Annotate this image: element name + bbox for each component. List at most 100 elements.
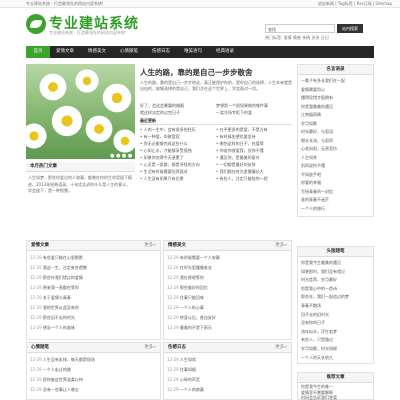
list-item[interactable]: 12-29 那些年我们错过的爱情: [30, 275, 158, 280]
list-item[interactable]: 如果那时，我们没有错过: [301, 269, 371, 274]
item-title[interactable]: 愿你被这世界温柔以待: [43, 377, 83, 382]
emotion-articles-more[interactable]: 更多»: [275, 241, 287, 251]
list-item[interactable]: • 有一种爱，叫做宽容: [140, 134, 214, 139]
top-links[interactable]: 退站新闻 | Tag标签 | Rss订阅 | Sitemap: [318, 1, 392, 7]
list-item[interactable]: 回不去的旧时光: [301, 312, 371, 317]
list-item[interactable]: 12-29 人生没有彩排，每天都是现场: [30, 357, 158, 362]
list-item[interactable]: 心若向阳，无畏悲伤: [301, 146, 371, 151]
list-item[interactable]: 12-29 我这一生，注定有些遗憾: [30, 265, 158, 270]
list-item[interactable]: 懂得珍惜才配拥有: [301, 95, 371, 100]
list-item[interactable]: 12-29 往事只能回味: [167, 295, 289, 300]
feature-link[interactable]: 梦想是一个很如果做的哪件事: [216, 103, 292, 108]
list-item[interactable]: 12-29 有时候需要一个人安静: [167, 255, 289, 260]
list-item[interactable]: • 人生没有如果只有后果: [140, 176, 214, 181]
list-item[interactable]: 你是我今生的唯一: [301, 384, 371, 389]
search-button[interactable]: 站内搜索: [337, 24, 363, 33]
item-title[interactable]: 一个人的心事: [180, 305, 204, 310]
item-title[interactable]: 最美的不是下雨天: [180, 325, 212, 330]
list-item[interactable]: 不如放手吧: [301, 172, 371, 177]
list-item[interactable]: 时光荏苒，岁月静好: [301, 277, 371, 282]
list-item[interactable]: 12-29 转身以后，各自安好: [167, 315, 289, 320]
list-item[interactable]: • 你说你很爱我，但你不懂: [216, 148, 292, 153]
list-item[interactable]: 那些年，我们一起追过的梦: [301, 294, 371, 299]
item-title[interactable]: 我在原地等你: [180, 275, 204, 280]
item-title[interactable]: 往事只能回味: [180, 295, 204, 300]
list-item[interactable]: 12-29 我的世界从此没有你: [30, 305, 158, 310]
list-item[interactable]: • 一切都是最好的安排: [216, 162, 292, 167]
list-item[interactable]: 12-29 关于爱情与青春: [30, 295, 158, 300]
list-item[interactable]: 爱情需要用心: [301, 87, 371, 92]
item-title[interactable]: 人生如戏: [180, 357, 196, 362]
list-item[interactable]: 12-29 我在原地等你: [167, 275, 289, 280]
feature-link[interactable]: 就这样淡定的过完日子: [140, 110, 214, 115]
love-articles-more[interactable]: 更多»: [144, 241, 156, 251]
item-title[interactable]: 那些美好的回忆: [180, 285, 208, 290]
mood-more[interactable]: 更多»: [144, 343, 156, 353]
list-item[interactable]: 别再说你不懂: [301, 163, 371, 168]
list-item[interactable]: • 有些人，注定只能陪你一程: [216, 176, 292, 181]
item-title[interactable]: 想念一个人的滋味: [43, 325, 75, 330]
item-title[interactable]: 关于爱情与青春: [43, 295, 71, 300]
list-item[interactable]: 青春不散场: [301, 303, 371, 308]
item-title[interactable]: 一个人的寂寞: [180, 387, 204, 392]
list-item[interactable]: 你是我今生最美的遇见: [301, 260, 371, 265]
list-item[interactable]: • 我们都在时光里慢慢长大: [216, 169, 292, 174]
list-item[interactable]: • 你无论能够完成这些什么: [140, 141, 214, 146]
item-title[interactable]: 那些回不去的时光: [43, 315, 75, 320]
list-item[interactable]: 爱情里不需要解释: [301, 390, 371, 395]
list-item[interactable]: 岁月如歌，时光如梭: [301, 346, 371, 351]
list-item[interactable]: 你是我最美的遇见: [301, 104, 371, 109]
list-item[interactable]: 岁月如歌: [301, 121, 371, 126]
list-item[interactable]: 江南烟雨情: [301, 112, 371, 117]
list-item[interactable]: 时光静好，与君语: [301, 129, 371, 134]
list-item[interactable]: 流年似水，浮生若梦: [301, 329, 371, 334]
list-item[interactable]: 12-29 往事如烟: [167, 367, 289, 372]
feature-slideshow-image[interactable]: [26, 64, 135, 159]
list-item[interactable]: 12-29 愿你被这世界温柔以待: [30, 377, 158, 382]
item-title[interactable]: 在时光里慢慢老去: [180, 265, 212, 270]
list-item[interactable]: 12-29 一个人的心事: [167, 305, 289, 310]
nav-item-love[interactable]: 爱情文章: [52, 46, 78, 58]
list-item[interactable]: 你要的幸福: [301, 180, 371, 185]
item-title[interactable]: 心碎的声音: [180, 377, 200, 382]
list-item[interactable]: 12-29 人生如戏: [167, 357, 289, 362]
feature-link[interactable]: 好了，会这会暴露的婚姻: [140, 103, 214, 108]
list-item[interactable]: 12-29 那些美好的回忆: [167, 285, 289, 290]
list-item[interactable]: 12-29 有些爱只能在心里默默: [30, 255, 158, 260]
list-item[interactable]: 时间会告诉我们答案: [301, 395, 371, 400]
list-item[interactable]: 没有你的日子: [301, 320, 371, 325]
list-item[interactable]: • 如果你觉得今天很累了: [140, 155, 214, 160]
hot-articles-text[interactable]: 人生如梦，那些你爱过的人和事，都曾在你的生命里留下痕迹。2013年经典语录，十句…: [28, 175, 133, 195]
slideshow-dots[interactable]: ● ● ● ●: [110, 153, 132, 159]
feature-title[interactable]: 人生的路，靠的是自己一步步敬舍: [140, 67, 253, 78]
item-title[interactable]: 人生没有彩排，每天都是现场: [43, 357, 95, 362]
list-item[interactable]: 一个人的旅行: [301, 206, 371, 211]
item-title[interactable]: 我这一生，注定有些遗憾: [43, 265, 87, 270]
list-item[interactable]: 你是我心中的一首诗: [301, 286, 371, 291]
item-title[interactable]: 那些年我们错过的爱情: [43, 275, 83, 280]
nav-item-classic[interactable]: 经典语录: [212, 46, 238, 58]
list-item[interactable]: 12-29 在时光里慢慢老去: [167, 265, 289, 270]
feature-link[interactable]: 一笑冷场专柜下的爱: [216, 110, 292, 115]
list-item[interactable]: 12-29 一个人的寂寞: [167, 387, 289, 392]
nav-item-sad[interactable]: 伤感日志: [148, 46, 174, 58]
list-item[interactable]: 一个人的天长地久: [301, 355, 371, 360]
list-item[interactable]: • 在乎更多的是爱，不是占有: [216, 127, 292, 132]
sad-more[interactable]: 更多»: [275, 343, 287, 353]
nav-item-quotes[interactable]: 唯美语句: [180, 46, 206, 58]
nav-item-emotion[interactable]: 情感美文: [84, 46, 110, 58]
nav-item-mood[interactable]: 心情随笔: [116, 46, 142, 58]
list-item[interactable]: 12-29 想念一个人的滋味: [30, 325, 158, 330]
item-title[interactable]: 往事如烟: [180, 367, 196, 372]
item-title[interactable]: 我的世界从此没有你: [43, 305, 79, 310]
item-title[interactable]: 有些爱只能在心里默默: [43, 255, 83, 260]
item-title[interactable]: 有时候需要一个人安静: [180, 255, 220, 260]
item-title[interactable]: 原来我一直都在等你: [43, 285, 79, 290]
search-input[interactable]: 查找: [265, 24, 335, 33]
list-item[interactable]: 人生如茶: [301, 155, 371, 160]
hot-tags[interactable]: 热门标签: 爱情 情感 亲情 关系 日记: [265, 35, 329, 41]
list-item[interactable]: • 遇见你，是最美的意外: [216, 155, 292, 160]
list-item[interactable]: 12-29 最美的不是下雨天: [167, 325, 289, 330]
item-title[interactable]: 总有一些事让人难忘: [43, 387, 79, 392]
list-item[interactable]: 12-29 那些回不去的时光: [30, 315, 158, 320]
